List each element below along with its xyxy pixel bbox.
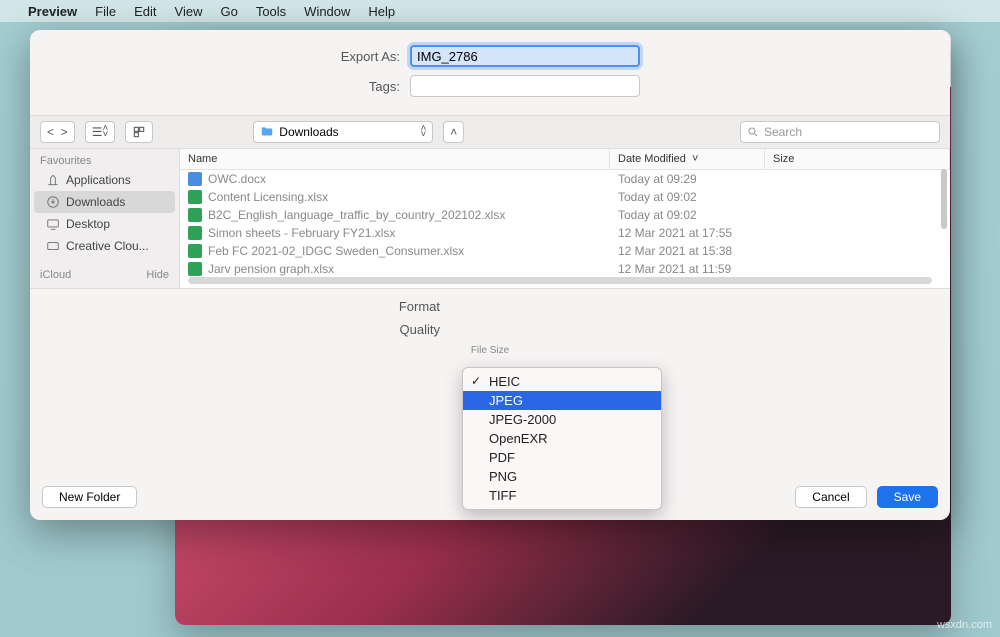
exportas-field[interactable] bbox=[410, 45, 640, 67]
format-option-pdf[interactable]: PDF bbox=[463, 448, 661, 467]
nav-back-forward[interactable]: < > bbox=[40, 121, 75, 143]
excel-icon bbox=[188, 208, 202, 222]
sidebar-hide[interactable]: Hide bbox=[146, 269, 169, 281]
file-row[interactable]: Jarv pension graph.xlsx12 Mar 2021 at 11… bbox=[180, 260, 950, 278]
file-row[interactable]: Content Licensing.xlsxToday at 09:02 bbox=[180, 188, 950, 206]
col-date[interactable]: Date Modified ˅ bbox=[610, 149, 765, 169]
excel-icon bbox=[188, 262, 202, 276]
tags-label: Tags: bbox=[50, 79, 400, 94]
exportas-label: Export As: bbox=[50, 49, 400, 64]
collapse-sheet[interactable]: ˄ bbox=[443, 121, 464, 143]
format-option-jpeg-2000[interactable]: JPEG-2000 bbox=[463, 410, 661, 429]
watermark: wsxdn.com bbox=[937, 619, 992, 631]
word-icon bbox=[188, 172, 202, 186]
file-row[interactable]: Simon sheets - February FY21.xlsx12 Mar … bbox=[180, 224, 950, 242]
new-folder-button[interactable]: New Folder bbox=[42, 486, 137, 508]
sidebar-item-desktop[interactable]: Desktop bbox=[30, 213, 179, 235]
format-option-heic[interactable]: ✓HEIC bbox=[463, 372, 661, 391]
sheet-search[interactable]: Search bbox=[740, 121, 940, 143]
format-option-tiff[interactable]: TIFF bbox=[463, 486, 661, 505]
excel-icon bbox=[188, 190, 202, 204]
sidebar-item-creative-cloud[interactable]: Creative Clou... bbox=[30, 235, 179, 257]
menu-tools[interactable]: Tools bbox=[256, 4, 286, 19]
excel-icon bbox=[188, 244, 202, 258]
menu-go[interactable]: Go bbox=[220, 4, 237, 19]
file-row[interactable]: B2C_English_language_traffic_by_country_… bbox=[180, 206, 950, 224]
file-list: Name Date Modified ˅ Size OWC.docxToday … bbox=[180, 149, 950, 288]
tags-field[interactable] bbox=[410, 75, 640, 97]
vertical-scrollbar[interactable] bbox=[941, 169, 947, 229]
menubar: Preview File Edit View Go Tools Window H… bbox=[0, 0, 1000, 22]
file-browser: Favourites Applications Downloads Deskto… bbox=[30, 149, 950, 289]
horizontal-scrollbar[interactable] bbox=[188, 277, 932, 284]
format-option-openexr[interactable]: OpenEXR bbox=[463, 429, 661, 448]
format-option-png[interactable]: PNG bbox=[463, 467, 661, 486]
menu-edit[interactable]: Edit bbox=[134, 4, 156, 19]
pathbar: < > ☰ ˄˅ Downloads ˄˅ ˄ Search bbox=[30, 115, 950, 149]
search-icon bbox=[747, 126, 759, 138]
quality-label: Quality bbox=[30, 322, 440, 337]
folder-icon bbox=[260, 125, 274, 139]
menu-help[interactable]: Help bbox=[368, 4, 395, 19]
save-button[interactable]: Save bbox=[877, 486, 938, 508]
format-label: Format bbox=[30, 299, 440, 314]
menu-file[interactable]: File bbox=[95, 4, 116, 19]
format-option-jpeg[interactable]: JPEG bbox=[463, 391, 661, 410]
export-sheet: Export As: Tags: < > ☰ ˄˅ Downloads ˄˅ ˄… bbox=[30, 30, 950, 520]
filesize-label: File Size bbox=[30, 345, 950, 356]
file-row[interactable]: OWC.docxToday at 09:29 bbox=[180, 170, 950, 188]
location-popup[interactable]: Downloads ˄˅ bbox=[253, 121, 433, 143]
sidebar-item-downloads[interactable]: Downloads bbox=[34, 191, 175, 213]
format-dropdown[interactable]: ✓HEICJPEGJPEG-2000OpenEXRPDFPNGTIFF bbox=[462, 367, 662, 510]
view-mode[interactable]: ☰ ˄˅ bbox=[85, 121, 116, 143]
col-name[interactable]: Name bbox=[180, 149, 610, 169]
file-row[interactable]: Feb FC 2021-02_IDGC Sweden_Consumer.xlsx… bbox=[180, 242, 950, 260]
sidebar-section-icloud: iCloud bbox=[40, 269, 71, 281]
group-button[interactable] bbox=[125, 121, 153, 143]
cancel-button[interactable]: Cancel bbox=[795, 486, 866, 508]
menu-window[interactable]: Window bbox=[304, 4, 350, 19]
menu-view[interactable]: View bbox=[175, 4, 203, 19]
app-name[interactable]: Preview bbox=[28, 4, 77, 19]
sidebar-item-applications[interactable]: Applications bbox=[30, 169, 179, 191]
location-label: Downloads bbox=[279, 125, 338, 139]
excel-icon bbox=[188, 226, 202, 240]
sidebar-section-favourites: Favourites bbox=[40, 155, 91, 167]
sidebar: Favourites Applications Downloads Deskto… bbox=[30, 149, 180, 288]
col-size[interactable]: Size bbox=[765, 149, 950, 169]
